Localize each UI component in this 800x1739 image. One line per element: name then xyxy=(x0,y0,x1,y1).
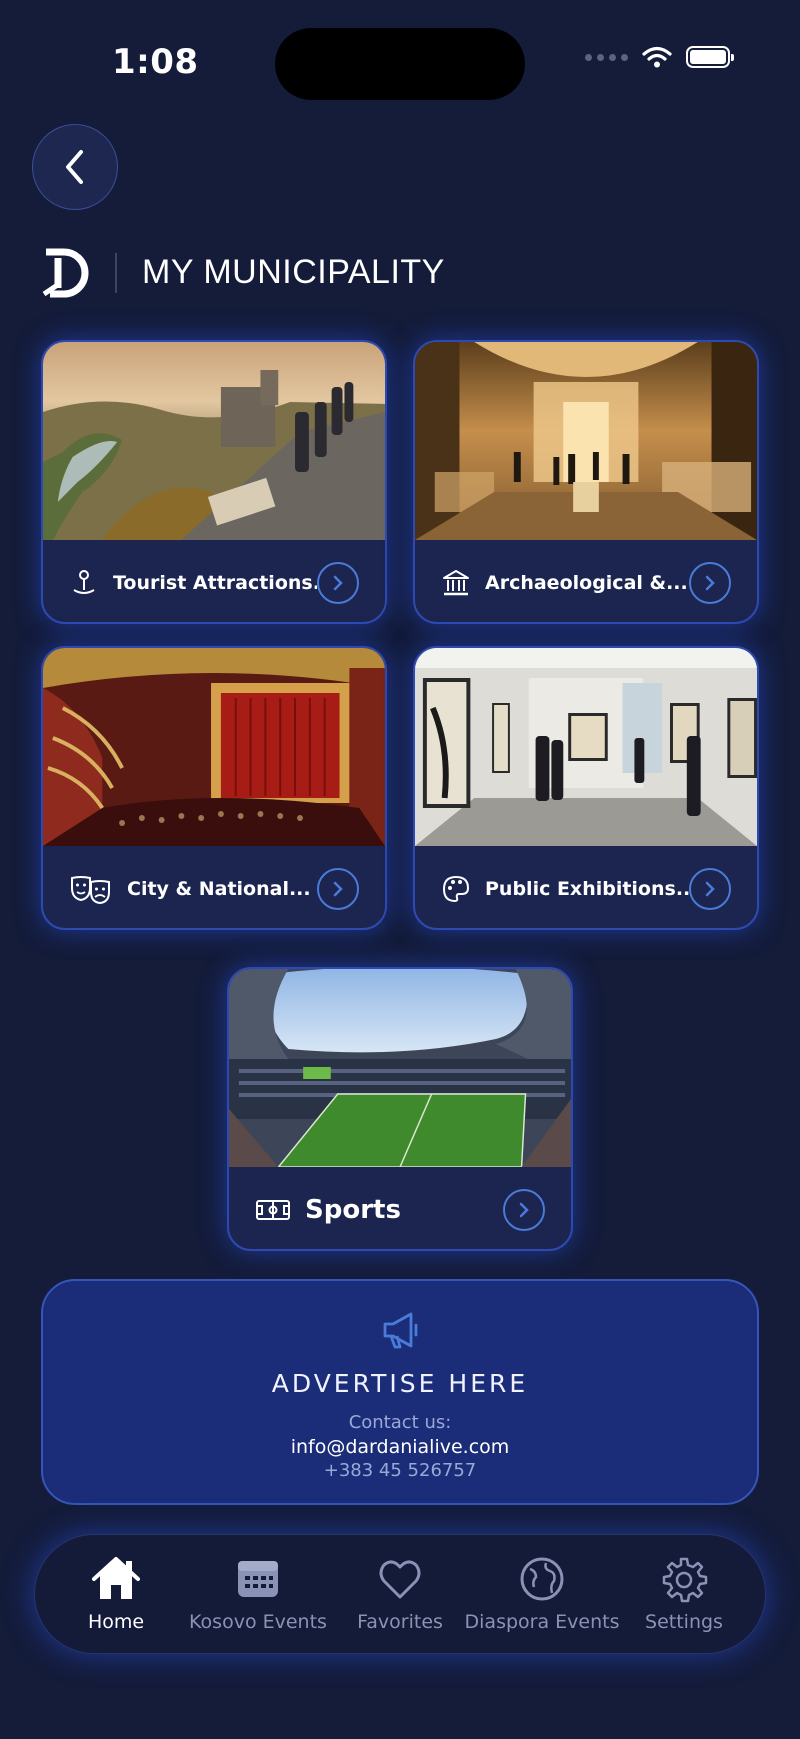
heart-icon xyxy=(379,1560,421,1599)
card-footer: Sports xyxy=(229,1167,571,1249)
tab-label: Kosovo Events xyxy=(189,1611,327,1633)
contact-email[interactable]: info@dardanialive.com xyxy=(43,1436,757,1458)
page-title: MY MUNICIPALITY xyxy=(142,253,445,291)
card-footer: Public Exhibitions... xyxy=(415,846,757,928)
tab-kosovo-events[interactable]: Kosovo Events xyxy=(188,1555,328,1633)
card-label: City & National... xyxy=(127,878,311,900)
calendar-icon xyxy=(238,1561,278,1597)
open-button[interactable] xyxy=(317,562,359,604)
tab-label: Favorites xyxy=(357,1611,443,1633)
advertise-banner[interactable]: ADVERTISE HERE Contact us: info@dardania… xyxy=(41,1279,759,1505)
globe-icon xyxy=(520,1557,564,1601)
contact-phone[interactable]: +383 45 526757 xyxy=(43,1460,757,1481)
wifi-icon xyxy=(642,46,672,68)
header-divider xyxy=(115,253,117,293)
chevron-right-icon xyxy=(705,881,715,897)
card-footer: City & National... xyxy=(43,846,385,928)
tab-favorites[interactable]: Favorites xyxy=(330,1555,470,1633)
cellular-signal-icon xyxy=(585,53,628,61)
status-icons xyxy=(585,46,734,68)
theater-masks-icon xyxy=(71,876,110,904)
tab-label: Diaspora Events xyxy=(464,1611,620,1633)
status-time: 1:08 xyxy=(112,42,199,82)
tab-settings[interactable]: Settings xyxy=(614,1555,754,1633)
tab-bar: Home Kosovo Events Favorites Diaspora Ev… xyxy=(34,1534,766,1654)
stadium-image xyxy=(229,969,571,1167)
card-footer: Archaeological &... xyxy=(415,540,757,622)
map-pin-icon xyxy=(73,570,95,594)
tab-label: Home xyxy=(87,1611,145,1633)
tourist-attractions-image xyxy=(43,342,385,540)
card-public-exhibitions[interactable]: Public Exhibitions... xyxy=(413,646,759,930)
gallery-image xyxy=(415,648,757,846)
stadium-field-icon xyxy=(256,1200,290,1220)
card-footer: Tourist Attractions... xyxy=(43,540,385,622)
card-label: Sports xyxy=(305,1195,401,1225)
card-label: Tourist Attractions... xyxy=(113,572,317,594)
open-button[interactable] xyxy=(689,562,731,604)
chevron-right-icon xyxy=(333,575,343,591)
open-button[interactable] xyxy=(689,868,731,910)
archaeological-museum-image xyxy=(415,342,757,540)
megaphone-icon xyxy=(383,1312,418,1349)
theater-image xyxy=(43,648,385,846)
chevron-left-icon xyxy=(66,150,83,184)
battery-icon xyxy=(686,46,734,68)
card-sports[interactable]: Sports xyxy=(227,967,573,1251)
museum-icon xyxy=(443,570,469,596)
card-label: Public Exhibitions... xyxy=(485,878,689,900)
open-button[interactable] xyxy=(503,1189,545,1231)
chevron-right-icon xyxy=(705,575,715,591)
tab-home[interactable]: Home xyxy=(46,1555,186,1633)
dynamic-island xyxy=(275,28,525,100)
chevron-right-icon xyxy=(333,881,343,897)
card-label: Archaeological &... xyxy=(485,572,688,594)
card-city-national[interactable]: City & National... xyxy=(41,646,387,930)
home-icon xyxy=(92,1557,140,1599)
advertise-title: ADVERTISE HERE xyxy=(271,1369,529,1398)
contact-label: Contact us: xyxy=(348,1412,452,1433)
back-button[interactable] xyxy=(32,124,118,210)
tab-label: Settings xyxy=(645,1611,723,1633)
gear-icon xyxy=(662,1557,708,1603)
card-tourist-attractions[interactable]: Tourist Attractions... xyxy=(41,340,387,624)
open-button[interactable] xyxy=(317,868,359,910)
chevron-right-icon xyxy=(519,1202,529,1218)
card-archaeological[interactable]: Archaeological &... xyxy=(413,340,759,624)
palette-icon xyxy=(442,875,470,903)
tab-diaspora-events[interactable]: Diaspora Events xyxy=(465,1555,619,1633)
app-logo xyxy=(42,248,89,298)
